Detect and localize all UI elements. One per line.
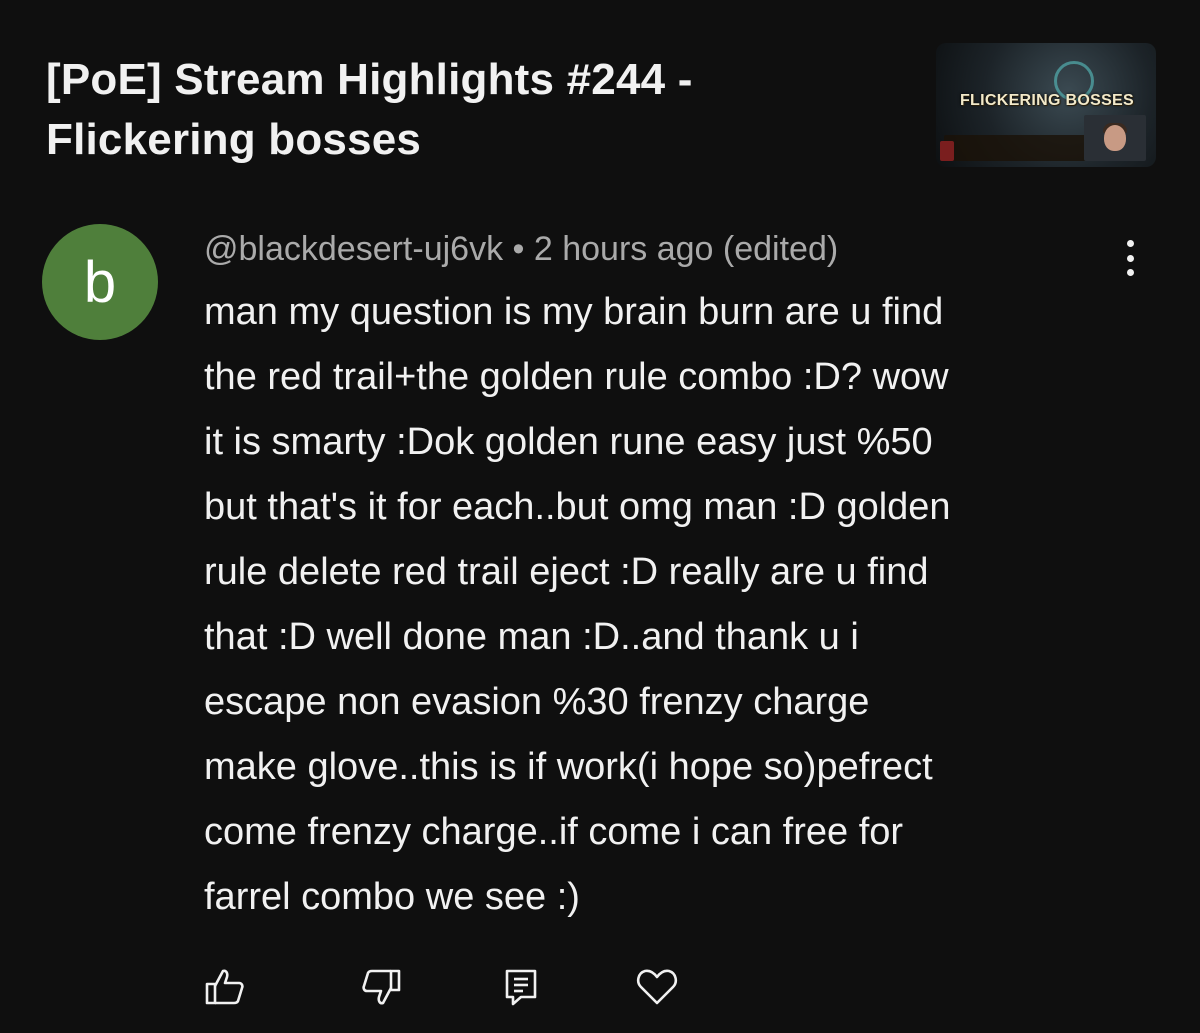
comment-text: man my question is my brain burn are u f… — [204, 291, 951, 918]
reply-button[interactable] — [496, 964, 546, 1010]
thumbs-down-icon — [362, 969, 401, 1005]
thumbnail-text: FLICKERING BOSSES — [959, 92, 1134, 109]
thumbs-up-icon — [205, 969, 244, 1005]
video-title[interactable]: [PoE] Stream Highlights #244 - Flickerin… — [46, 50, 866, 170]
heart-icon — [636, 969, 678, 1005]
more-vert-icon[interactable] — [1110, 238, 1150, 278]
reply-icon — [505, 969, 537, 1006]
comment-meta: @blackdesert-uj6vk • 2 hours ago (edited… — [204, 228, 838, 270]
meta-separator: • — [503, 230, 534, 268]
comment-time: 2 hours ago (edited) — [533, 230, 839, 268]
video-thumbnail[interactable]: FLICKERING BOSSES — [936, 43, 1156, 167]
avatar-letter: b — [83, 249, 117, 315]
dislike-button[interactable] — [356, 964, 406, 1010]
avatar[interactable]: b — [42, 224, 158, 340]
heart-button[interactable] — [632, 964, 682, 1010]
comment-author[interactable]: @blackdesert-uj6vk — [204, 230, 503, 268]
like-button[interactable] — [200, 964, 250, 1010]
